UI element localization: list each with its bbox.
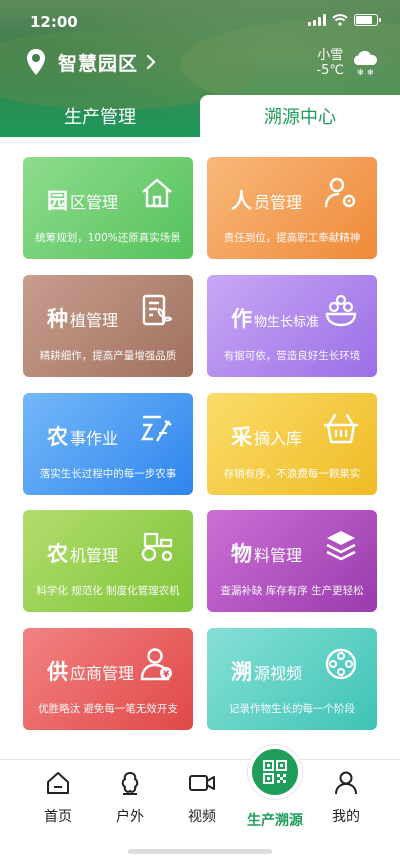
module-description: 查漏补缺 库存有序 生产更轻松 — [220, 585, 364, 597]
tractor-icon — [141, 532, 173, 562]
module-title: 农事作业 — [47, 421, 118, 451]
module-title-rest: 物生长标准 — [254, 315, 320, 330]
module-title: 种植管理 — [47, 303, 118, 333]
nav-mine[interactable]: 我的 — [311, 770, 381, 826]
module-title-rest: 料管理 — [254, 546, 303, 565]
home-icon — [47, 772, 69, 794]
module-card[interactable]: 人员管理责任到位，提高职工奉献精神 — [207, 157, 377, 259]
module-title: 作物生长标准 — [231, 303, 319, 333]
farm-task-icon — [140, 415, 172, 442]
module-description: 科学化 规范化 制度化管理农机 — [36, 585, 180, 597]
layers-icon — [326, 531, 356, 561]
module-title: 供应商管理 — [47, 656, 134, 686]
module-title-initial: 农 — [47, 542, 68, 566]
snow-cloud-icon: ✻ ✻ — [353, 50, 378, 77]
video-camera-icon — [189, 775, 215, 791]
module-title-initial: 人 — [231, 189, 252, 213]
supplier-icon: ¥ — [140, 648, 172, 681]
module-title: 农机管理 — [47, 538, 118, 568]
module-description: 责任到位，提高职工奉献精神 — [223, 232, 361, 244]
status-bar: 12:00 — [0, 0, 400, 44]
module-title-initial: 农 — [47, 425, 68, 449]
nav-production-traceability[interactable]: 生产溯源 — [240, 804, 310, 830]
module-title-initial: 供 — [47, 660, 68, 684]
nav-label: 户外 — [116, 809, 144, 825]
wifi-icon — [332, 14, 348, 26]
module-card[interactable]: 园区管理统筹规划，100%还原真实场景 — [23, 157, 193, 259]
module-description: 优胜略汰 避免每一笔无效开支 — [38, 703, 178, 715]
weather-description: 小雪 — [317, 48, 344, 63]
house-icon — [142, 178, 172, 208]
module-description: 有据可依，营造良好生长环境 — [223, 350, 361, 362]
nav-home[interactable]: 首页 — [23, 770, 93, 826]
nav-label: 首页 — [44, 809, 72, 825]
qr-code-icon — [263, 760, 287, 784]
module-description: 存销有序，不浪费每一颗果实 — [223, 468, 361, 480]
home-indicator — [128, 849, 272, 854]
svg-text:✻: ✻ — [367, 68, 374, 77]
planting-doc-icon — [142, 294, 173, 326]
location-pin-icon — [27, 49, 45, 75]
module-title-rest: 员管理 — [254, 193, 303, 212]
location-name: 智慧园区 — [58, 52, 139, 75]
module-card[interactable]: 作物生长标准有据可依，营造良好生长环境 — [207, 275, 377, 377]
nav-outdoor[interactable]: 户外 — [95, 770, 165, 826]
tab-production-management[interactable]: 生产管理 — [0, 95, 200, 137]
module-description: 落实生长过程中的每一步农事 — [39, 468, 177, 480]
module-card[interactable]: 溯源视频记录作物生长的每一个阶段 — [207, 628, 377, 730]
module-card[interactable]: 供应商管理 ¥ 优胜略汰 避免每一笔无效开支 — [23, 628, 193, 730]
user-gear-icon — [324, 177, 356, 208]
module-title: 溯源视频 — [231, 656, 302, 686]
module-title: 物料管理 — [231, 538, 302, 568]
crop-bowl-icon — [325, 294, 357, 327]
tab-bar: 生产管理 溯源中心 — [0, 95, 400, 137]
weather-temperature: -5℃ — [316, 63, 344, 78]
person-icon — [335, 771, 357, 795]
module-grid: 园区管理 统筹规划，100%还原真实场景人员管理 责任到位，提高职工奉献精神种植管理… — [0, 137, 400, 757]
module-title-initial: 种 — [47, 307, 68, 331]
status-time: 12:00 — [30, 13, 78, 31]
video-reel-icon — [325, 648, 357, 680]
nav-traceability-button[interactable] — [248, 745, 302, 799]
module-title-rest: 机管理 — [70, 546, 119, 565]
module-description: 统筹规划，100%还原真实场景 — [35, 232, 181, 244]
module-title-rest: 区管理 — [70, 193, 119, 212]
nav-video[interactable]: 视频 — [167, 770, 237, 826]
module-title-initial: 作 — [231, 307, 252, 331]
module-card[interactable]: 农事作业落实生长过程中的每一步农事 — [23, 393, 193, 495]
module-title-initial: 园 — [47, 189, 68, 213]
module-title-rest: 事作业 — [70, 429, 119, 448]
svg-text:✻: ✻ — [357, 68, 364, 77]
module-title: 采摘入库 — [231, 421, 302, 451]
module-card[interactable]: 采摘入库存销有序，不浪费每一颗果实 — [207, 393, 377, 495]
module-title-rest: 源视频 — [254, 664, 303, 683]
module-title-initial: 采 — [231, 425, 252, 449]
module-title: 园区管理 — [47, 185, 118, 215]
module-title-rest: 植管理 — [70, 311, 119, 330]
module-description: 精耕细作，提高产量增强品质 — [39, 350, 177, 362]
module-title-rest: 应商管理 — [70, 664, 135, 683]
basket-icon — [323, 413, 359, 444]
battery-icon — [354, 14, 381, 26]
nav-label: 视频 — [188, 809, 216, 825]
status-icons — [308, 14, 381, 26]
module-title-rest: 摘入库 — [254, 429, 303, 448]
svg-text:¥: ¥ — [163, 670, 170, 680]
module-title-initial: 物 — [231, 542, 252, 566]
location-selector[interactable]: 智慧园区 — [26, 48, 156, 76]
module-title: 人员管理 — [231, 185, 302, 215]
module-card[interactable]: 物料管理查漏补缺 库存有序 生产更轻松 — [207, 510, 377, 612]
module-title-initial: 溯 — [231, 660, 252, 684]
module-card[interactable]: 农机管理科学化 规范化 制度化管理农机 — [23, 510, 193, 612]
nav-label: 我的 — [332, 809, 360, 825]
header-banner: 12:00 智慧园区 小雪 -5℃ ✻ ✻ 生产管理 溯源中心 — [0, 0, 400, 137]
weather-widget: 小雪 -5℃ ✻ ✻ — [316, 48, 380, 78]
module-description: 记录作物生长的每一个阶段 — [229, 703, 355, 715]
chevron-right-icon — [146, 54, 156, 70]
tab-traceability-center[interactable]: 溯源中心 — [200, 95, 400, 137]
outdoor-icon — [121, 771, 139, 795]
nav-label: 生产溯源 — [247, 813, 303, 829]
signal-icon — [308, 14, 326, 26]
module-card[interactable]: 种植管理精耕细作，提高产量增强品质 — [23, 275, 193, 377]
